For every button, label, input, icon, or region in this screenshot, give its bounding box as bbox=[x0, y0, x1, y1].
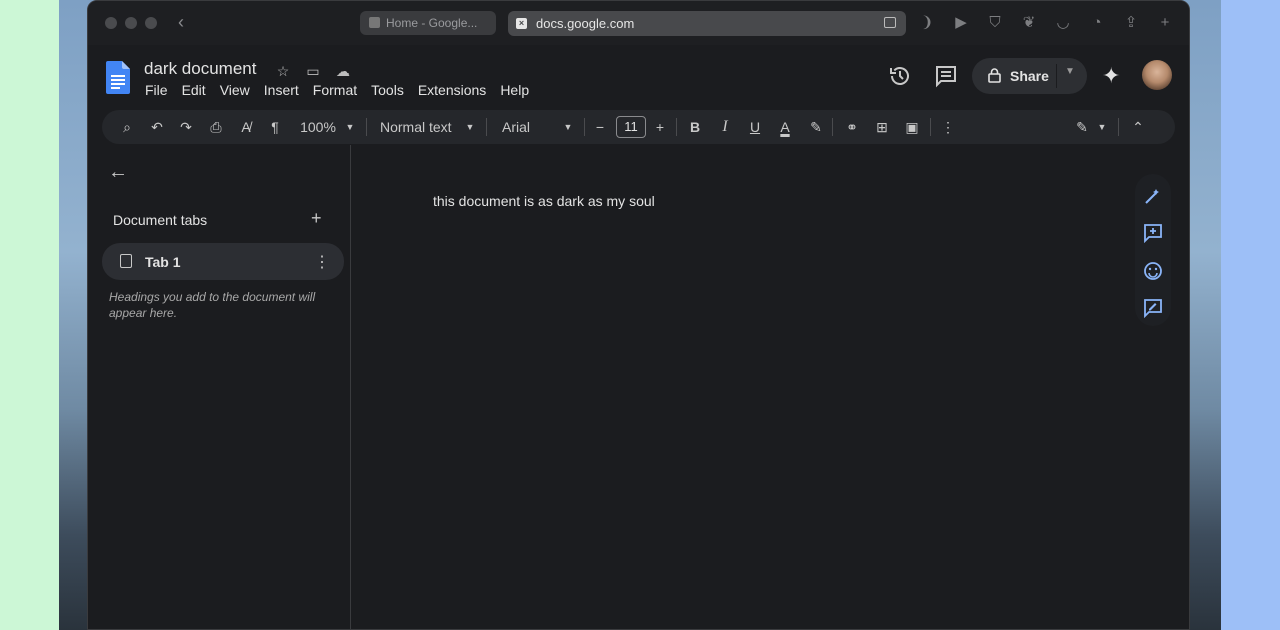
help-me-write-icon[interactable] bbox=[1143, 186, 1163, 206]
pocket-icon[interactable]: ◡ bbox=[1054, 14, 1072, 32]
font-family-select[interactable]: Arial bbox=[502, 110, 552, 144]
menu-view[interactable]: View bbox=[220, 82, 250, 98]
gemini-sparkle-icon[interactable]: ✦ bbox=[1102, 63, 1120, 89]
font-size-input[interactable]: 11 bbox=[616, 116, 646, 138]
browser-titlebar: ‹ Home - Google... × docs.google.com ❩ ▶… bbox=[88, 1, 1189, 45]
toolbar-divider bbox=[676, 118, 677, 136]
share-divider bbox=[1056, 64, 1057, 88]
bold-button[interactable]: B bbox=[686, 110, 704, 144]
side-action-rail bbox=[1135, 174, 1171, 326]
reader-mode-icon[interactable] bbox=[884, 17, 896, 28]
desktop-background-left bbox=[0, 0, 59, 630]
toolbar-divider bbox=[930, 118, 931, 136]
editing-mode-dropdown-icon[interactable]: ▼ bbox=[1096, 110, 1108, 144]
document-outline-sidebar: ← Document tabs + Tab 1 ⋮ Headings you a… bbox=[88, 145, 351, 629]
menu-extensions[interactable]: Extensions bbox=[418, 82, 486, 98]
emoji-reaction-icon[interactable] bbox=[1143, 261, 1163, 281]
print-icon[interactable]: ⎙ bbox=[205, 110, 227, 144]
document-tab-item[interactable]: Tab 1 ⋮ bbox=[102, 243, 344, 280]
share-button[interactable]: Share ▼ bbox=[972, 58, 1087, 94]
menu-insert[interactable]: Insert bbox=[264, 82, 299, 98]
highlight-color-icon[interactable]: ✎ bbox=[806, 110, 826, 144]
zoom-window-button[interactable] bbox=[145, 17, 157, 29]
document-tab-label: Tab 1 bbox=[145, 254, 181, 270]
toolbar-divider bbox=[584, 118, 585, 136]
style-dropdown-icon[interactable]: ▼ bbox=[464, 110, 476, 144]
rss-icon[interactable]: ❩ bbox=[918, 14, 936, 32]
add-comment-icon[interactable] bbox=[1143, 223, 1163, 243]
zoom-select[interactable]: 100% bbox=[298, 110, 338, 144]
move-folder-icon[interactable]: ▭ bbox=[304, 62, 322, 80]
document-title[interactable]: dark document bbox=[144, 59, 256, 79]
headings-hint: Headings you add to the document will ap… bbox=[109, 290, 316, 320]
shield-extension-icon[interactable]: ⛉ bbox=[986, 14, 1004, 32]
cloud-status-icon[interactable]: ☁ bbox=[334, 62, 352, 80]
share-dropdown-icon[interactable]: ▼ bbox=[1065, 66, 1075, 77]
menu-edit[interactable]: Edit bbox=[182, 82, 206, 98]
close-tab-icon[interactable]: × bbox=[516, 18, 527, 29]
menu-help[interactable]: Help bbox=[500, 82, 529, 98]
add-tab-icon[interactable]: + bbox=[311, 208, 322, 229]
version-history-icon[interactable] bbox=[888, 64, 912, 88]
add-comment-icon[interactable]: ⊞ bbox=[872, 110, 892, 144]
star-icon[interactable]: ☆ bbox=[274, 62, 292, 80]
toolbar-divider bbox=[832, 118, 833, 136]
paint-format-icon[interactable]: ¶ bbox=[264, 110, 286, 144]
toolbar-divider bbox=[486, 118, 487, 136]
browser-window: ‹ Home - Google... × docs.google.com ❩ ▶… bbox=[87, 0, 1190, 630]
editing-mode-icon[interactable]: ✎ bbox=[1072, 110, 1092, 144]
insert-image-icon[interactable]: ▣ bbox=[902, 110, 922, 144]
lock-icon bbox=[988, 68, 1001, 83]
toolbar-divider bbox=[1118, 118, 1119, 136]
close-window-button[interactable] bbox=[105, 17, 117, 29]
browser-tab-home-label: Home - Google... bbox=[386, 16, 478, 30]
share-page-icon[interactable]: ⇪ bbox=[1122, 14, 1140, 32]
browser-tab-home[interactable]: Home - Google... bbox=[360, 11, 496, 35]
text-color-button[interactable]: A bbox=[775, 110, 795, 144]
docs-menubar: File Edit View Insert Format Tools Exten… bbox=[145, 82, 543, 98]
collapse-menus-icon[interactable]: ⌃ bbox=[1128, 110, 1148, 144]
menu-tools[interactable]: Tools bbox=[371, 82, 404, 98]
browser-tab-docs[interactable]: × docs.google.com bbox=[508, 11, 906, 36]
tab-options-icon[interactable]: ⋮ bbox=[314, 252, 330, 272]
address-bar-url[interactable]: docs.google.com bbox=[536, 16, 634, 31]
leaf-extension-icon[interactable]: ❦ bbox=[1020, 14, 1038, 32]
document-body-text[interactable]: this document is as dark as my soul bbox=[433, 193, 655, 209]
drive-favicon-icon bbox=[369, 17, 380, 28]
suggest-edits-icon[interactable] bbox=[1143, 298, 1163, 318]
comments-icon[interactable] bbox=[934, 64, 958, 88]
undo-icon[interactable]: ↶ bbox=[146, 110, 168, 144]
new-tab-icon[interactable]: + bbox=[1156, 14, 1174, 32]
minimize-window-button[interactable] bbox=[125, 17, 137, 29]
more-options-icon[interactable]: ⋮ bbox=[940, 110, 956, 144]
clock-extension-icon[interactable]: ◔ bbox=[1088, 14, 1106, 32]
spellcheck-icon[interactable]: A̸ bbox=[235, 110, 257, 144]
underline-button[interactable]: U bbox=[746, 110, 764, 144]
italic-button[interactable]: I bbox=[716, 110, 734, 144]
google-docs-logo-icon[interactable] bbox=[106, 61, 130, 94]
search-menus-icon[interactable]: ⌕ bbox=[116, 110, 138, 144]
menu-file[interactable]: File bbox=[145, 82, 168, 98]
document-icon bbox=[120, 254, 132, 268]
browser-back-icon[interactable]: ‹ bbox=[178, 12, 184, 33]
paragraph-style-select[interactable]: Normal text bbox=[380, 110, 456, 144]
formatting-toolbar: ⌕ ↶ ↷ ⎙ A̸ ¶ 100% ▼ Normal text ▼ Arial … bbox=[102, 110, 1175, 144]
toolbar-divider bbox=[366, 118, 367, 136]
menu-format[interactable]: Format bbox=[313, 82, 357, 98]
avatar[interactable] bbox=[1142, 60, 1172, 90]
desktop-background-right bbox=[1221, 0, 1280, 630]
zoom-dropdown-icon[interactable]: ▼ bbox=[344, 110, 356, 144]
close-sidebar-arrow-icon[interactable]: ← bbox=[108, 161, 128, 184]
redo-icon[interactable]: ↷ bbox=[175, 110, 197, 144]
forward-skip-icon[interactable]: ▶ bbox=[952, 14, 970, 32]
share-button-label: Share bbox=[1010, 68, 1049, 84]
document-tabs-heading: Document tabs bbox=[113, 212, 208, 228]
font-dropdown-icon[interactable]: ▼ bbox=[562, 110, 574, 144]
decrease-font-size-icon[interactable]: − bbox=[592, 110, 608, 144]
insert-link-icon[interactable]: ⚭ bbox=[842, 110, 862, 144]
increase-font-size-icon[interactable]: + bbox=[652, 110, 668, 144]
